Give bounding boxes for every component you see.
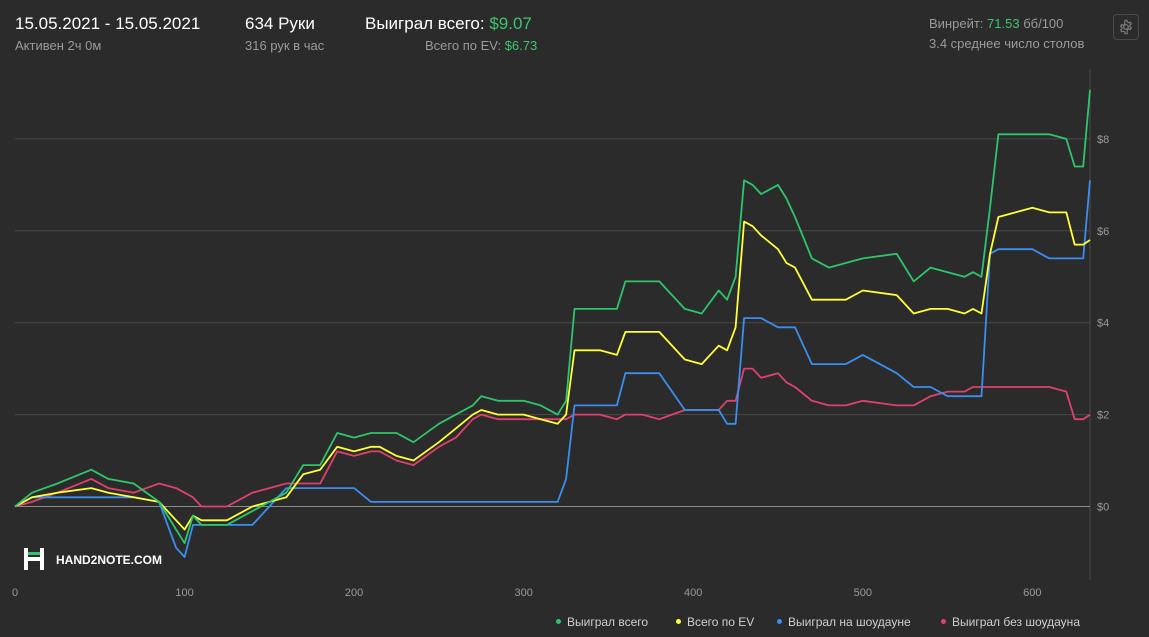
hands-count: 634 Руки bbox=[245, 14, 315, 33]
x-tick-label: 400 bbox=[684, 587, 702, 599]
y-tick-label: $6 bbox=[1097, 226, 1109, 238]
series-ev-line bbox=[14, 206, 1091, 531]
profit-chart: $0 $2 $4 $6 $8 0 100 200 300 400 500 600 HAND2NOTE… bbox=[12, 70, 1109, 599]
legend-dot-showdown bbox=[777, 619, 782, 625]
x-tick-label: 100 bbox=[175, 587, 193, 599]
hand2note-logo: HAND2NOTE.COM bbox=[24, 548, 162, 570]
won-total-value: $9.07 bbox=[489, 14, 532, 33]
series-won-line bbox=[14, 89, 1091, 545]
avg-tables: 3.4 среднее число столов bbox=[929, 36, 1085, 51]
y-tick-label: $4 bbox=[1097, 318, 1109, 330]
x-tick-label: 300 bbox=[514, 587, 532, 599]
legend-label-won: Выиграл всего bbox=[567, 615, 649, 629]
y-tick-label: $2 bbox=[1097, 410, 1109, 422]
series-non-showdown-line bbox=[14, 367, 1091, 508]
grid-lines bbox=[15, 70, 1091, 580]
gear-icon bbox=[1119, 19, 1133, 35]
date-range: 15.05.2021 - 15.05.2021 bbox=[15, 14, 201, 33]
ev-total-value: $6.73 bbox=[504, 38, 538, 53]
won-total-label: Выиграл всего: bbox=[365, 14, 485, 33]
y-tick-label: $8 bbox=[1097, 134, 1109, 146]
ev-total: Всего по EV: $6.73 bbox=[425, 38, 537, 53]
x-tick-label: 500 bbox=[854, 587, 872, 599]
logo-text: HAND2NOTE.COM bbox=[56, 553, 162, 567]
settings-button[interactable] bbox=[1113, 14, 1139, 40]
ev-total-label: Всего по EV: bbox=[425, 38, 502, 53]
won-total: Выиграл всего: $9.07 bbox=[365, 14, 532, 34]
legend-label-ev: Всего по EV bbox=[687, 615, 755, 629]
x-tick-label: 200 bbox=[345, 587, 363, 599]
winrate: Винрейт: 71.53 бб/100 bbox=[929, 16, 1063, 31]
legend-label-showdown: Выиграл на шоудауне bbox=[788, 615, 911, 629]
winrate-unit: бб/100 bbox=[1023, 16, 1064, 31]
legend-item-ev[interactable]: Всего по EV bbox=[676, 615, 754, 629]
winrate-label: Винрейт: bbox=[929, 16, 984, 31]
series-lines bbox=[14, 89, 1091, 558]
legend-label-non-showdown: Выиграл без шоудауна bbox=[952, 615, 1080, 629]
legend-item-showdown[interactable]: Выиграл на шоудауне bbox=[777, 615, 911, 629]
legend-dot-ev bbox=[676, 619, 681, 625]
legend-dot-non-showdown bbox=[941, 619, 946, 625]
x-tick-label: 0 bbox=[12, 587, 18, 599]
legend-item-non-showdown[interactable]: Выиграл без шоудауна bbox=[941, 615, 1080, 629]
header: 15.05.2021 - 15.05.2021 Активен 2ч 0м 63… bbox=[0, 0, 1149, 60]
active-time: Активен 2ч 0м bbox=[15, 38, 102, 53]
legend-item-won[interactable]: Выиграл всего bbox=[556, 615, 648, 629]
x-axis-ticks: 0 100 200 300 400 500 600 bbox=[12, 587, 1042, 599]
hands-per-hour: 316 рук в час bbox=[245, 38, 325, 53]
x-tick-label: 600 bbox=[1023, 587, 1041, 599]
h2n-logo-icon bbox=[24, 548, 44, 570]
winrate-value: 71.53 bbox=[987, 16, 1020, 31]
y-tick-label: $0 bbox=[1097, 501, 1109, 513]
series-showdown-line bbox=[14, 180, 1091, 558]
legend-dot-won bbox=[556, 619, 561, 625]
y-axis-ticks: $0 $2 $4 $6 $8 bbox=[1097, 134, 1109, 514]
